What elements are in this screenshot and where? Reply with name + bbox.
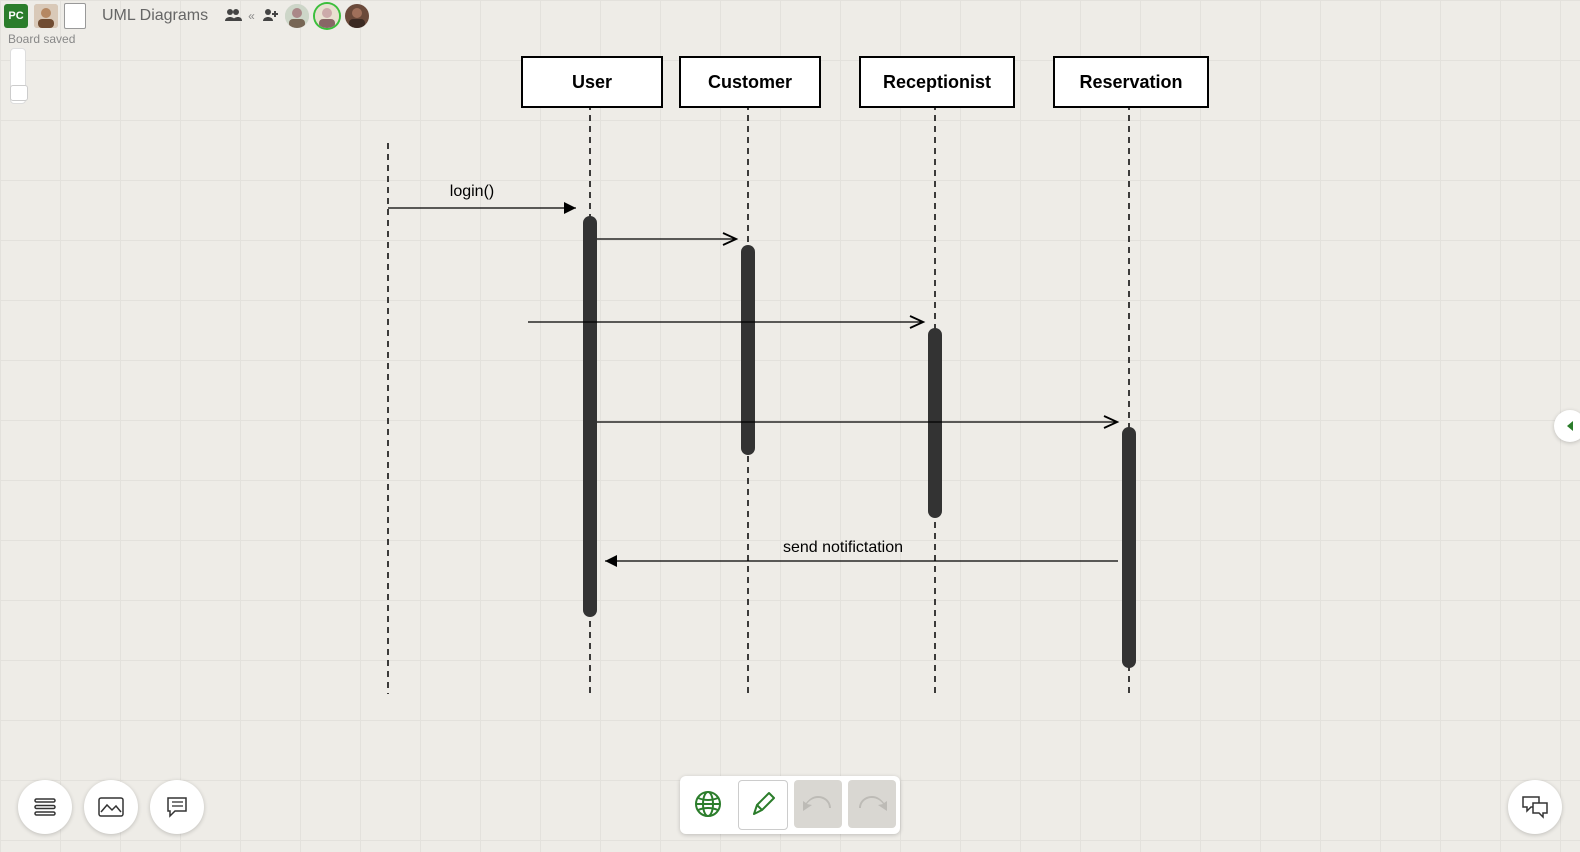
lifeline-label: Customer <box>708 72 792 93</box>
globe-button[interactable] <box>684 780 732 828</box>
user-badge[interactable]: PC <box>4 4 28 28</box>
bottom-right-toolbar <box>1508 780 1562 834</box>
collab-avatar-2-active[interactable] <box>315 4 339 28</box>
chat-button[interactable] <box>1508 780 1562 834</box>
list-view-button[interactable] <box>18 780 72 834</box>
lifeline-box-receptionist[interactable]: Receptionist <box>859 56 1015 108</box>
lifeline-box-reservation[interactable]: Reservation <box>1053 56 1209 108</box>
lifeline-label: Reservation <box>1079 72 1182 93</box>
undo-button[interactable] <box>794 780 842 828</box>
owner-avatar[interactable] <box>34 4 58 28</box>
bottom-center-toolbar <box>680 776 900 834</box>
redo-button[interactable] <box>848 780 896 828</box>
add-user-icon[interactable] <box>261 8 279 25</box>
zoom-thumb[interactable] <box>10 85 28 101</box>
sequence-diagram[interactable]: login() send notifictation <box>0 0 1580 852</box>
image-button[interactable] <box>84 780 138 834</box>
collab-avatar-1[interactable] <box>285 4 309 28</box>
comment-button[interactable] <box>150 780 204 834</box>
lifeline-box-customer[interactable]: Customer <box>679 56 821 108</box>
pencil-button[interactable] <box>738 780 788 830</box>
msg-login-label: login() <box>450 183 494 200</box>
activation-user[interactable] <box>583 216 597 617</box>
collaborators-icon[interactable] <box>224 8 242 25</box>
lifeline-box-user[interactable]: User <box>521 56 663 108</box>
msg-send-notification-label: send notifictation <box>783 539 903 556</box>
bottom-left-toolbar <box>18 780 204 834</box>
board-title[interactable]: UML Diagrams <box>102 7 208 25</box>
collab-avatar-3[interactable] <box>345 4 369 28</box>
panel-collapse-button[interactable] <box>1554 410 1580 442</box>
lifeline-label: Receptionist <box>883 72 991 93</box>
save-status: Board saved <box>8 32 75 46</box>
activation-receptionist[interactable] <box>928 328 942 518</box>
document-icon[interactable] <box>64 3 86 29</box>
separator-icon: « <box>248 9 255 23</box>
lifeline-label: User <box>572 72 612 93</box>
zoom-slider[interactable] <box>10 48 26 104</box>
activation-customer[interactable] <box>741 245 755 455</box>
activation-reservation[interactable] <box>1122 427 1136 668</box>
top-bar: PC UML Diagrams « <box>0 0 1580 32</box>
